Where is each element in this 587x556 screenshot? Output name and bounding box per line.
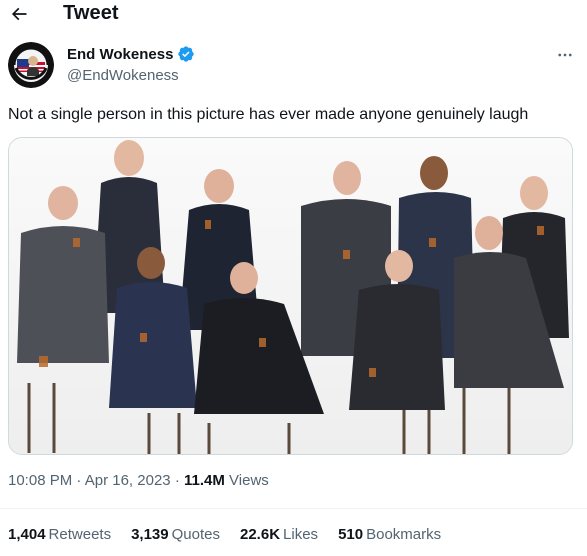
tweet-author: End Wokeness @EndWokeness — [8, 42, 578, 90]
more-button[interactable] — [552, 46, 578, 64]
bookmarks-label: Bookmarks — [366, 526, 442, 543]
likes-stat[interactable]: 22.6K Likes — [240, 526, 318, 543]
avatar[interactable] — [8, 42, 54, 88]
author-names: End Wokeness @EndWokeness — [67, 44, 195, 84]
meta-separator: · — [76, 472, 85, 489]
back-button[interactable] — [6, 2, 32, 26]
quotes-count: 3,139 — [131, 526, 169, 543]
tweet-text: Not a single person in this picture has … — [8, 106, 529, 123]
arrow-left-icon — [11, 7, 27, 21]
display-name[interactable]: End Wokeness — [67, 46, 173, 63]
views-count: 11.4M — [183, 472, 225, 489]
views-label: Views — [229, 472, 269, 489]
group-photo-illustration — [9, 138, 572, 454]
likes-count: 22.6K — [240, 526, 281, 543]
engagement-stats: 1,404 Retweets 3,139 Quotes 22.6K Likes 510… — [8, 526, 441, 543]
tweet-meta: 10:08 PM · Apr 16, 2023 · 11.4M Views — [8, 472, 269, 489]
avatar-logo-icon — [8, 42, 54, 88]
meta-separator: · — [174, 472, 184, 489]
display-name-row: End Wokeness — [67, 44, 195, 64]
retweets-count: 1,404 — [8, 526, 46, 543]
tweet-time[interactable]: 10:08 PM — [8, 472, 72, 489]
retweets-stat[interactable]: 1,404 Retweets — [8, 526, 111, 543]
quotes-label: Quotes — [171, 526, 220, 543]
page-title: Tweet — [63, 2, 119, 24]
divider — [0, 508, 587, 509]
tweet-photo[interactable] — [8, 137, 573, 455]
verified-badge-icon — [178, 46, 195, 62]
retweets-label: Retweets — [48, 526, 112, 543]
likes-label: Likes — [283, 526, 319, 543]
user-handle[interactable]: @EndWokeness — [67, 67, 195, 84]
more-horizontal-icon — [558, 53, 572, 57]
tweet-date[interactable]: Apr 16, 2023 — [85, 472, 171, 489]
bookmarks-count: 510 — [338, 526, 364, 543]
top-bar: Tweet — [0, 0, 587, 30]
bookmarks-stat[interactable]: 510 Bookmarks — [338, 526, 441, 543]
quotes-stat[interactable]: 3,139 Quotes — [131, 526, 220, 543]
